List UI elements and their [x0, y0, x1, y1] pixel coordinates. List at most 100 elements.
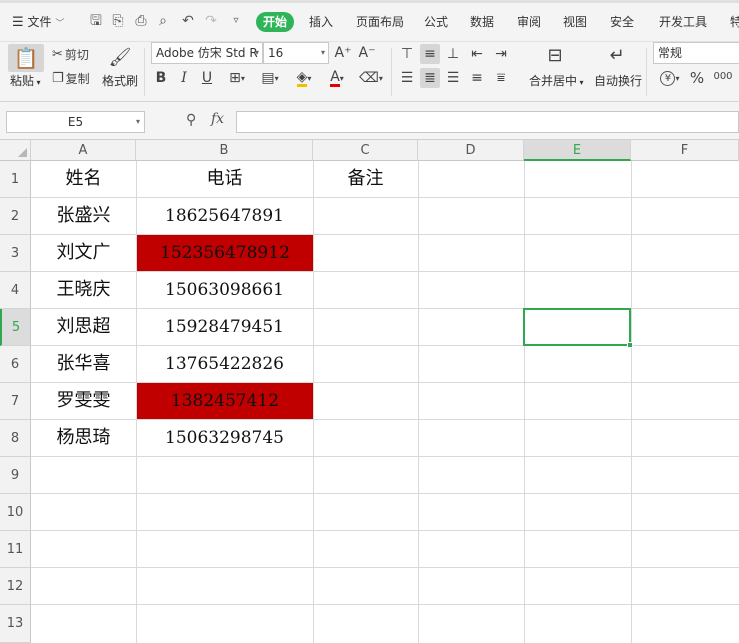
template-icon[interactable]: ⎘ [110, 12, 126, 30]
underline-icon[interactable]: U [198, 68, 216, 88]
ribbon-toolbar: 📋 粘贴 ▾ ✂ 剪切 ❐ 复制 🖌 格式刷 Adobe 仿宋 Std R ▾ … [0, 42, 739, 102]
wrap-text-icon[interactable]: ↵ [603, 44, 631, 66]
row-header-10[interactable]: 10 [0, 494, 31, 531]
wrap-text-button[interactable]: 自动换行 [594, 72, 642, 89]
tab-review[interactable]: 审阅 [517, 13, 541, 31]
row-header-4[interactable]: 4 [0, 272, 31, 309]
align-left-icon[interactable]: ☰ [397, 68, 417, 88]
column-header-c[interactable]: C [313, 140, 418, 161]
tab-data[interactable]: 数据 [470, 13, 494, 31]
redo-icon[interactable]: ↷ [203, 12, 219, 30]
print-icon[interactable]: ⎙ [133, 12, 149, 30]
tab-insert[interactable]: 插入 [309, 13, 333, 31]
italic-icon[interactable]: I [175, 68, 193, 88]
column-header-a[interactable]: A [31, 140, 136, 161]
hamburger-icon: ☰ [12, 15, 24, 30]
cell-b2[interactable]: 18625647891 [136, 198, 313, 234]
cell-b4[interactable]: 15063098661 [136, 272, 313, 308]
tab-developer[interactable]: 开发工具 [659, 13, 707, 31]
cell-a8[interactable]: 杨思琦 [31, 420, 136, 456]
tab-page-layout[interactable]: 页面布局 [356, 13, 404, 31]
cell-a5[interactable]: 刘思超 [31, 309, 136, 345]
cell-c1[interactable]: 备注 [313, 161, 418, 197]
row-header-2[interactable]: 2 [0, 198, 31, 235]
name-box[interactable]: E5 ▾ [6, 111, 145, 133]
font-name-select[interactable]: Adobe 仿宋 Std R ▾ [151, 42, 263, 64]
select-all-triangle-icon [18, 148, 27, 157]
cell-b7[interactable]: 1382457412 [137, 383, 313, 419]
cell-b5[interactable]: 15928479451 [136, 309, 313, 345]
paste-button[interactable]: 📋 [8, 44, 44, 72]
align-right-icon[interactable]: ☰ [443, 68, 463, 88]
row-header-11[interactable]: 11 [0, 531, 31, 568]
tab-formulas[interactable]: 公式 [424, 13, 448, 31]
percent-format-button[interactable]: % [688, 68, 706, 88]
tab-home[interactable]: 开始 [256, 12, 294, 32]
clear-format-icon[interactable]: ⌫ ▾ [357, 68, 385, 88]
cell-b1[interactable]: 电话 [136, 161, 313, 197]
align-middle-icon[interactable]: ≡ [420, 44, 440, 64]
file-menu[interactable]: ☰ 文件 ﹀ [12, 13, 64, 31]
select-all-corner[interactable] [0, 140, 31, 161]
fill-color-icon[interactable]: ◈ ▾ [290, 68, 318, 88]
number-format-select[interactable]: 常规 [653, 42, 739, 64]
row-header-6[interactable]: 6 [0, 346, 31, 383]
row-header-8[interactable]: 8 [0, 420, 31, 457]
merge-center-button[interactable]: 合并居中 ▾ [529, 72, 584, 89]
font-color-icon[interactable]: A ▾ [323, 68, 351, 88]
column-header-b[interactable]: B [136, 140, 313, 161]
cell-a6[interactable]: 张华喜 [31, 346, 136, 382]
tab-security[interactable]: 安全 [610, 13, 634, 31]
tab-special[interactable]: 特 [730, 13, 739, 31]
cell-b8[interactable]: 15063298745 [136, 420, 313, 456]
column-header-f[interactable]: F [631, 140, 739, 161]
decrease-indent-icon[interactable]: ⇤ [467, 44, 487, 64]
formula-input[interactable] [236, 111, 739, 133]
quick-access-dropdown-icon[interactable]: ▿ [228, 12, 244, 30]
save-icon[interactable]: 🖫 [88, 12, 104, 30]
format-painter-button[interactable]: 🖌 [102, 44, 138, 70]
column-header-d[interactable]: D [418, 140, 524, 161]
cell-a4[interactable]: 王晓庆 [31, 272, 136, 308]
row-header-9[interactable]: 9 [0, 457, 31, 494]
align-top-icon[interactable]: ⊤ [397, 44, 417, 64]
merge-cells-icon[interactable]: ⊟ [541, 44, 569, 66]
cell-style-icon[interactable]: ▤ ▾ [256, 68, 284, 88]
distributed-icon[interactable]: ⩸ [491, 68, 511, 88]
thousands-separator-button[interactable]: 000 [710, 66, 736, 86]
align-bottom-icon[interactable]: ⊥ [443, 44, 463, 64]
currency-format-button[interactable]: ¥ ▾ [655, 68, 685, 88]
font-size-select[interactable]: 16 ▾ [263, 42, 329, 64]
row-header-1[interactable]: 1 [0, 161, 31, 198]
bold-icon[interactable]: B [152, 68, 170, 88]
fill-handle[interactable] [627, 342, 633, 348]
row-header-3[interactable]: 3 [0, 235, 31, 272]
justify-icon[interactable]: ≡ [467, 68, 487, 88]
undo-icon[interactable]: ↶ [180, 12, 196, 30]
column-header-e[interactable]: E [524, 140, 631, 161]
fx-icon[interactable]: fx [211, 111, 224, 127]
cell-a3[interactable]: 刘文广 [31, 235, 136, 271]
copy-button[interactable]: ❐ 复制 [52, 69, 90, 87]
cell-a7[interactable]: 罗雯雯 [31, 383, 136, 419]
increase-font-icon[interactable]: A⁺ [333, 44, 353, 62]
worksheet-grid[interactable]: A B C D E F 1 2 3 4 5 6 7 8 9 10 11 12 1… [0, 140, 739, 643]
selected-cell-e5[interactable] [523, 308, 633, 348]
row-header-13[interactable]: 13 [0, 605, 31, 643]
zoom-search-icon[interactable]: ⚲ [186, 112, 196, 128]
tab-view[interactable]: 视图 [563, 13, 587, 31]
decrease-font-icon[interactable]: A⁻ [357, 44, 377, 62]
borders-icon[interactable]: ⊞ ▾ [223, 68, 251, 88]
cut-button[interactable]: ✂ 剪切 [52, 45, 89, 63]
cell-b3[interactable]: 152356478912 [137, 235, 313, 271]
cell-b6[interactable]: 13765422826 [136, 346, 313, 382]
row-header-12[interactable]: 12 [0, 568, 31, 605]
increase-indent-icon[interactable]: ⇥ [491, 44, 511, 64]
cell-a2[interactable]: 张盛兴 [31, 198, 136, 234]
cell-a1[interactable]: 姓名 [31, 161, 136, 197]
align-center-icon[interactable]: ≣ [420, 68, 440, 88]
row-header-5[interactable]: 5 [0, 309, 31, 346]
print-preview-icon[interactable]: ⌕ [155, 12, 171, 30]
paste-dropdown[interactable]: 粘贴 ▾ [10, 72, 41, 89]
row-header-7[interactable]: 7 [0, 383, 31, 420]
